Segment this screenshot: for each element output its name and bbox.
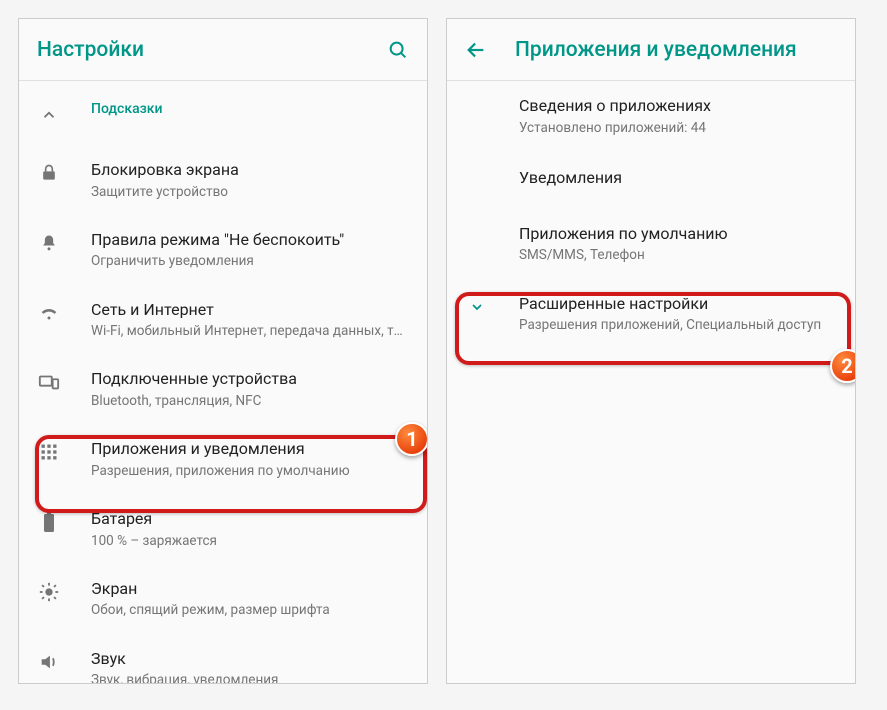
item-title: Сведения о приложениях — [519, 95, 837, 117]
volume-icon — [37, 650, 61, 674]
apps-icon — [37, 440, 61, 464]
suggestions-header[interactable]: Подсказки — [19, 81, 427, 145]
step-badge-2: 2 — [830, 349, 856, 383]
item-subtitle: Звук, вибрация, уведомления — [91, 671, 409, 683]
row-app-info[interactable]: Сведения о приложениях Установлено прило… — [447, 81, 855, 151]
item-title: Правила режима "Не беспокоить" — [91, 229, 409, 251]
item-title: Сеть и Интернет — [91, 299, 409, 321]
chevron-down-icon — [465, 295, 489, 319]
row-default-apps[interactable]: Приложения по умолчанию SMS/MMS, Телефон — [447, 209, 855, 279]
item-subtitle: Обои, спящий режим, размер шрифта — [91, 601, 409, 619]
row-apps-notifications[interactable]: Приложения и уведомления Разрешения, при… — [19, 424, 427, 494]
back-icon[interactable] — [465, 39, 487, 61]
item-subtitle: Защитите устройство — [91, 183, 409, 201]
empty-icon — [465, 225, 489, 249]
item-title: Приложения и уведомления — [91, 438, 409, 460]
apps-list: Сведения о приложениях Установлено прило… — [447, 81, 855, 683]
item-title: Приложения по умолчанию — [519, 223, 837, 245]
devices-icon — [37, 370, 61, 394]
item-title: Подключенные устройства — [91, 368, 409, 390]
item-subtitle: Bluetooth, трансляция, NFC — [91, 392, 409, 410]
row-sound[interactable]: Звук Звук, вибрация, уведомления — [19, 634, 427, 683]
item-title: Блокировка экрана — [91, 159, 409, 181]
row-connected-devices[interactable]: Подключенные устройства Bluetooth, транс… — [19, 354, 427, 424]
item-title: Звук — [91, 648, 409, 670]
row-display[interactable]: Экран Обои, спящий режим, размер шрифта — [19, 564, 427, 634]
page-title: Приложения и уведомления — [515, 38, 837, 62]
item-title: Расширенные настройки — [519, 293, 837, 315]
step-badge-1: 1 — [395, 422, 428, 456]
appbar-settings: Настройки — [19, 19, 427, 81]
item-title: Уведомления — [519, 167, 837, 189]
row-advanced[interactable]: Расширенные настройки Разрешения приложе… — [447, 279, 855, 349]
item-subtitle: Wi-Fi, мобильный Интернет, передача данн… — [91, 322, 409, 340]
item-title: Экран — [91, 578, 409, 600]
appbar-apps: Приложения и уведомления — [447, 19, 855, 81]
item-subtitle: Разрешения приложений, Специальный досту… — [519, 316, 837, 334]
row-battery[interactable]: Батарея 100 % – заряжается — [19, 494, 427, 564]
row-lock-screen[interactable]: Блокировка экрана Защитите устройство — [19, 145, 427, 215]
search-icon[interactable] — [387, 39, 409, 61]
chevron-up-icon — [37, 103, 61, 127]
page-title: Настройки — [37, 38, 359, 62]
battery-icon — [37, 510, 61, 534]
empty-icon — [465, 97, 489, 121]
row-dnd-rules[interactable]: Правила режима "Не беспокоить" Ограничит… — [19, 215, 427, 285]
apps-notifications-screen: Приложения и уведомления Сведения о прил… — [446, 18, 856, 684]
item-subtitle: SMS/MMS, Телефон — [519, 246, 837, 264]
empty-icon — [465, 169, 489, 193]
row-network[interactable]: Сеть и Интернет Wi-Fi, мобильный Интерне… — [19, 285, 427, 355]
brightness-icon — [37, 580, 61, 604]
row-notifications[interactable]: Уведомления — [447, 151, 855, 209]
settings-list: Подсказки Блокировка экрана Защитите уст… — [19, 81, 427, 683]
wifi-icon — [37, 301, 61, 325]
bell-icon — [37, 231, 61, 255]
settings-screen: Настройки Подсказки Блокировка экрана За… — [18, 18, 428, 684]
item-subtitle: Разрешения, приложения по умолчанию — [91, 462, 409, 480]
suggestions-label: Подсказки — [91, 101, 409, 117]
item-title: Батарея — [91, 508, 409, 530]
item-subtitle: 100 % – заряжается — [91, 532, 409, 550]
lock-icon — [37, 161, 61, 185]
item-subtitle: Установлено приложений: 44 — [519, 119, 837, 137]
item-subtitle: Ограничить уведомления — [91, 252, 409, 270]
